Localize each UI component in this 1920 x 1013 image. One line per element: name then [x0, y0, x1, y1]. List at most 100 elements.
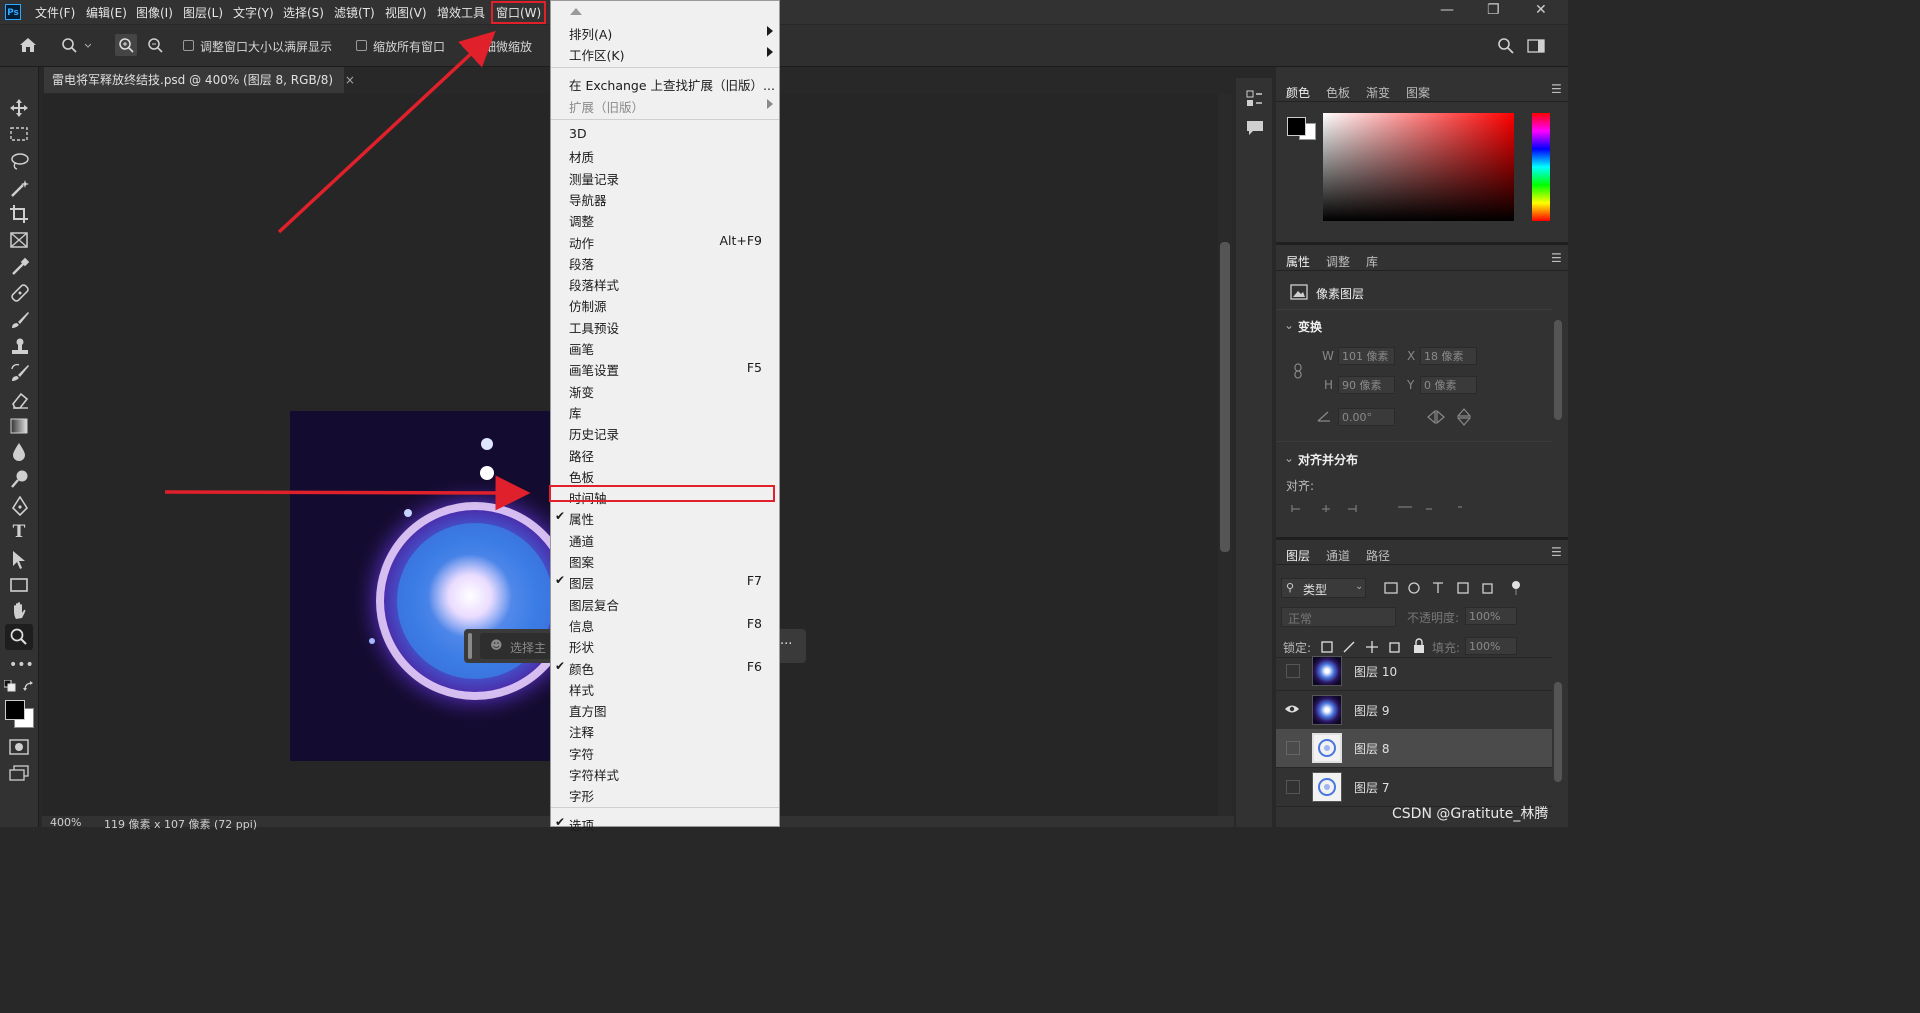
select-subject-button[interactable]: ☻ 选择主: [480, 633, 560, 659]
menu-item-21[interactable]: 图案: [569, 552, 594, 571]
panel-menu-icon[interactable]: ☰: [1551, 545, 1562, 559]
transform-section-title[interactable]: 变换: [1298, 318, 1322, 335]
menu-edit[interactable]: 编辑(E): [86, 4, 127, 21]
canvas-vertical-scrollbar[interactable]: [1218, 94, 1232, 816]
menu-layer[interactable]: 图层(L): [183, 4, 223, 21]
layer-row[interactable]: 图层 7: [1276, 768, 1552, 807]
panel-menu-icon[interactable]: ☰: [1551, 251, 1562, 265]
menu-plugins[interactable]: 增效工具: [437, 4, 485, 21]
lasso-tool-icon[interactable]: [10, 152, 30, 170]
visibility-toggle[interactable]: [1286, 741, 1300, 755]
chevron-down-icon[interactable]: ⌄: [1284, 318, 1294, 332]
menu-item-22[interactable]: 图层: [569, 573, 594, 592]
document-artwork[interactable]: [290, 411, 550, 761]
frame-tool-icon[interactable]: [10, 232, 28, 248]
menu-item-14[interactable]: 库: [569, 403, 582, 422]
link-icon[interactable]: [1292, 363, 1304, 379]
layers-scrollbar[interactable]: [1552, 660, 1564, 808]
menu-item-3[interactable]: 测量记录: [569, 169, 619, 188]
close-tab-icon[interactable]: ×: [345, 73, 355, 87]
tab-layers[interactable]: 图层: [1286, 547, 1310, 564]
type-tool-icon[interactable]: T: [9, 522, 29, 542]
menu-item-29[interactable]: 注释: [569, 722, 594, 741]
gradient-tool-icon[interactable]: [10, 418, 28, 434]
zoom-out-icon[interactable]: [146, 36, 166, 56]
screen-mode-icon[interactable]: [9, 765, 29, 781]
minimize-icon[interactable]: —: [1440, 2, 1454, 18]
menu-select[interactable]: 选择(S): [283, 4, 324, 21]
menu-item-workspace[interactable]: 工作区(K): [569, 45, 624, 64]
menu-item-7[interactable]: 段落: [569, 254, 594, 273]
dodge-tool-icon[interactable]: [10, 469, 30, 489]
close-window-icon[interactable]: ✕: [1535, 2, 1547, 18]
menu-item-2[interactable]: 材质: [569, 147, 594, 166]
menu-window[interactable]: 窗口(W): [491, 1, 547, 24]
canvas-scroll-thumb[interactable]: [1220, 242, 1230, 552]
history-panel-icon[interactable]: [1246, 90, 1264, 108]
align-section-title[interactable]: 对齐并分布: [1298, 451, 1358, 468]
marquee-tool-icon[interactable]: [10, 127, 28, 141]
align-buttons-icon[interactable]: [1290, 503, 1470, 513]
menu-item-27[interactable]: 样式: [569, 680, 594, 699]
home-icon[interactable]: [19, 37, 37, 53]
x-field[interactable]: 18 像素: [1420, 347, 1477, 365]
blur-tool-icon[interactable]: [11, 442, 27, 462]
document-tab[interactable]: 雷电将军释放终结技.psd @ 400% (图层 8, RGB/8) ×: [44, 67, 355, 93]
hue-slider[interactable]: [1532, 113, 1550, 221]
panel-foreground-swatch[interactable]: [1287, 117, 1306, 136]
menu-item-11[interactable]: 画笔: [569, 339, 594, 358]
menu-item-26[interactable]: 颜色: [569, 659, 594, 678]
eye-icon[interactable]: [1284, 703, 1300, 715]
menu-item-8[interactable]: 段落样式: [569, 275, 619, 294]
menu-item-exchange[interactable]: 在 Exchange 上查找扩展（旧版）...: [569, 75, 775, 94]
opacity-field[interactable]: 100%: [1465, 607, 1517, 625]
menu-item-13[interactable]: 渐变: [569, 382, 594, 401]
menu-view[interactable]: 视图(V): [385, 4, 427, 21]
taskbar-drag-handle[interactable]: [468, 633, 472, 659]
visibility-toggle[interactable]: [1286, 664, 1300, 678]
move-tool-icon[interactable]: [9, 98, 29, 118]
menu-item-17[interactable]: 色板: [569, 467, 594, 486]
menu-item-20[interactable]: 通道: [569, 531, 594, 550]
layer-name[interactable]: 图层 7: [1354, 779, 1389, 796]
search-icon[interactable]: [1497, 37, 1515, 55]
menu-item-9[interactable]: 仿制源: [569, 296, 607, 315]
menu-file[interactable]: 文件(F): [35, 4, 75, 21]
zoom-all-windows-checkbox[interactable]: [356, 40, 367, 51]
blend-mode-select[interactable]: 正常: [1281, 607, 1396, 627]
layer-filter-icons[interactable]: [1383, 580, 1523, 596]
flip-vertical-icon[interactable]: [1457, 408, 1471, 426]
height-field[interactable]: 90 像素: [1338, 376, 1395, 394]
menu-type[interactable]: 文字(Y): [233, 4, 274, 21]
flip-horizontal-icon[interactable]: [1427, 410, 1445, 424]
workspace-icon[interactable]: [1527, 39, 1547, 53]
layer-name[interactable]: 图层 9: [1354, 702, 1389, 719]
panel-menu-icon[interactable]: ☰: [1551, 82, 1562, 96]
more-options-icon[interactable]: ···: [780, 637, 792, 652]
chevron-down-icon[interactable]: ⌄: [1284, 451, 1294, 465]
angle-field[interactable]: 0.00°: [1338, 408, 1395, 426]
crop-tool-icon[interactable]: [9, 204, 29, 224]
zoom-in-button[interactable]: [115, 34, 137, 56]
more-tools-icon[interactable]: •••: [9, 655, 34, 675]
menu-item-24[interactable]: 信息: [569, 616, 594, 635]
tab-paths[interactable]: 路径: [1366, 547, 1390, 564]
layers-scroll-thumb[interactable]: [1554, 682, 1562, 782]
hand-tool-icon[interactable]: [10, 601, 30, 621]
layer-name[interactable]: 图层 10: [1354, 663, 1397, 680]
menu-filter[interactable]: 滤镜(T): [334, 4, 375, 21]
menu-item-4[interactable]: 导航器: [569, 190, 607, 209]
menu-item-28[interactable]: 直方图: [569, 701, 607, 720]
menu-item-25[interactable]: 形状: [569, 637, 594, 656]
color-field[interactable]: [1323, 113, 1514, 221]
menu-item-options[interactable]: 选项: [569, 815, 594, 834]
properties-scrollbar[interactable]: [1552, 310, 1564, 510]
foreground-color-swatch[interactable]: [5, 700, 25, 720]
rectangle-tool-icon[interactable]: [10, 577, 28, 593]
tab-swatches[interactable]: 色板: [1326, 84, 1350, 101]
brush-tool-icon[interactable]: [10, 310, 30, 330]
menu-item-19[interactable]: 属性: [569, 509, 594, 528]
menu-item-23[interactable]: 图层复合: [569, 595, 619, 614]
scroll-up-icon[interactable]: [570, 8, 582, 15]
properties-scroll-thumb[interactable]: [1554, 320, 1562, 420]
